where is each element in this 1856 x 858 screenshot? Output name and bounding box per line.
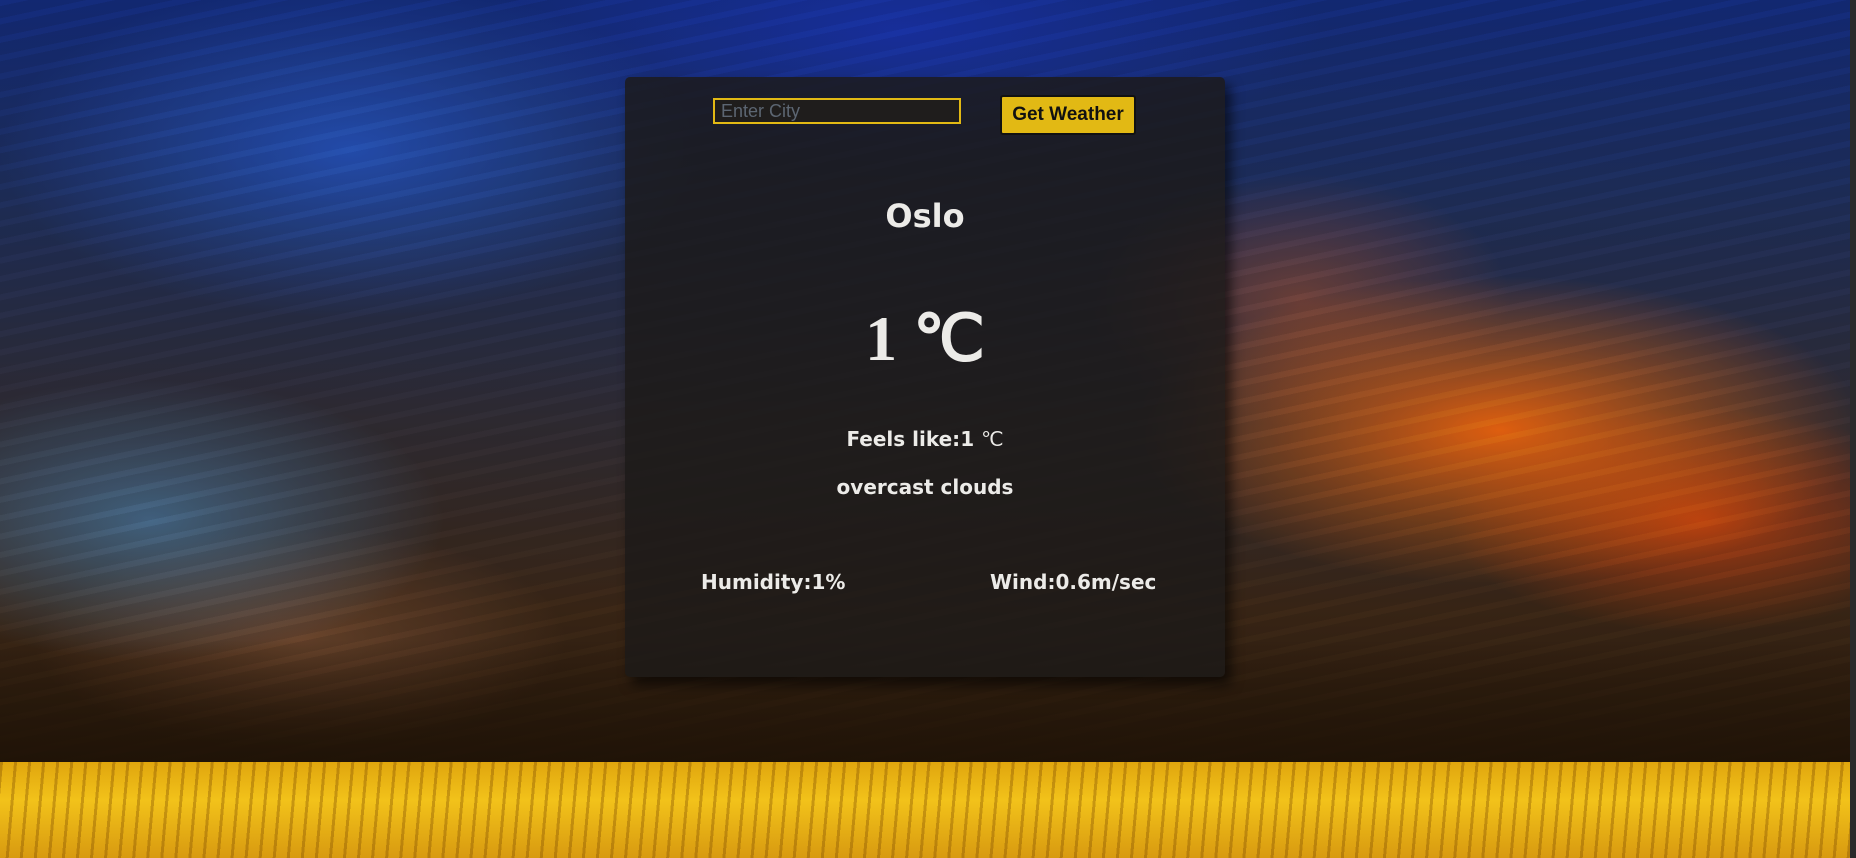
wind-value: 0.6m/sec (1055, 570, 1157, 594)
temperature-display: 1 ℃ (625, 302, 1225, 376)
humidity-value: 1% (811, 570, 846, 594)
city-name: Oslo (885, 197, 965, 235)
humidity-label: Humidity: (701, 570, 812, 594)
city-search-input[interactable] (713, 98, 961, 124)
wind-readout: Wind:0.6m/sec (990, 570, 1156, 594)
feels-like-value: 1 (960, 427, 975, 451)
get-weather-button[interactable]: Get Weather (1000, 95, 1136, 135)
feels-like-unit: ℃ (981, 429, 1004, 451)
humidity-readout: Humidity:1% (701, 570, 845, 594)
window-edge (1850, 0, 1856, 858)
temperature-value: 1 (865, 303, 898, 374)
feels-like-line: Feels like:1 ℃ (625, 427, 1225, 452)
weather-description: overcast clouds (836, 475, 1014, 499)
weather-card: Get Weather Oslo 1 ℃ Feels like:1 ℃ over… (625, 77, 1225, 677)
background-wheat-field (0, 762, 1856, 858)
temperature-unit: ℃ (913, 303, 985, 374)
page: Get Weather Oslo 1 ℃ Feels like:1 ℃ over… (0, 0, 1856, 858)
wind-label: Wind: (990, 570, 1056, 594)
feels-like-label: Feels like: (846, 427, 961, 451)
